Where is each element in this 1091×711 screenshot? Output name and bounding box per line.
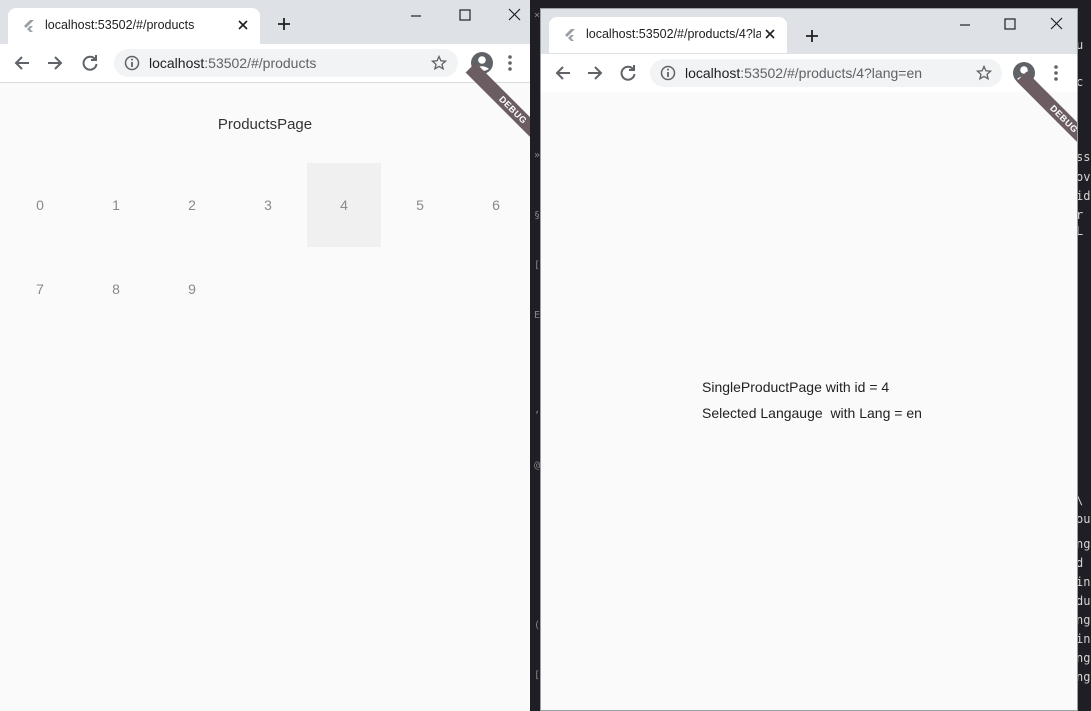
arrow-right-icon[interactable] bbox=[45, 53, 65, 73]
background-terminal: u c ss ov id r L \ ou ng d in du ng in n… bbox=[1078, 0, 1091, 711]
page-content: DEBUG ProductsPage 0 1 2 3 4 5 6 7 8 9 bbox=[0, 62, 530, 711]
address-bar[interactable]: localhost:53502/#/products bbox=[114, 49, 458, 77]
close-icon[interactable] bbox=[763, 27, 777, 41]
minimize-icon[interactable] bbox=[954, 15, 976, 35]
plus-icon[interactable] bbox=[804, 28, 820, 44]
address-bar[interactable]: localhost:53502/#/products/4?lang=en bbox=[650, 59, 1002, 87]
page-content: DEBUG SingleProductPage with id = 4 Sele… bbox=[541, 71, 1077, 710]
close-window-icon[interactable] bbox=[1045, 15, 1067, 35]
url-text: localhost:53502/#/products/4?lang=en bbox=[685, 65, 923, 81]
product-tile[interactable]: 7 bbox=[3, 247, 77, 331]
tab-title: localhost:53502/#/products bbox=[45, 18, 195, 32]
product-details: SingleProductPage with id = 4 Selected L… bbox=[702, 379, 922, 431]
info-icon[interactable] bbox=[660, 65, 676, 81]
kebab-menu-icon[interactable] bbox=[1052, 63, 1060, 83]
product-tile-hovered[interactable]: 4 bbox=[307, 163, 381, 247]
product-tile[interactable]: 2 bbox=[155, 163, 229, 247]
flutter-icon bbox=[24, 20, 34, 32]
tab-strip: localhost:53502/#/products/4?lang=en bbox=[541, 9, 1077, 54]
product-tile[interactable]: 3 bbox=[231, 163, 305, 247]
browser-window-single-product: localhost:53502/#/products/4?lang=en bbox=[540, 8, 1078, 711]
maximize-icon[interactable] bbox=[454, 6, 476, 26]
product-tile[interactable]: 1 bbox=[79, 163, 153, 247]
browser-toolbar: localhost:53502/#/products bbox=[0, 44, 530, 83]
maximize-icon[interactable] bbox=[999, 15, 1021, 35]
page-title: ProductsPage bbox=[217, 116, 313, 133]
product-id-text: SingleProductPage with id = 4 bbox=[702, 379, 890, 395]
close-window-icon[interactable] bbox=[503, 6, 525, 26]
info-icon[interactable] bbox=[124, 55, 140, 71]
flutter-icon bbox=[565, 29, 575, 41]
close-icon[interactable] bbox=[236, 18, 250, 32]
product-tile[interactable]: 5 bbox=[383, 163, 457, 247]
product-tile[interactable]: 6 bbox=[459, 163, 530, 247]
plus-icon[interactable] bbox=[276, 16, 292, 32]
arrow-left-icon[interactable] bbox=[553, 63, 573, 83]
product-tile[interactable]: 8 bbox=[79, 247, 153, 331]
minimize-icon[interactable] bbox=[405, 6, 427, 26]
tab-single-product[interactable]: localhost:53502/#/products/4?lang=en bbox=[549, 17, 787, 53]
arrow-right-icon[interactable] bbox=[585, 63, 605, 83]
product-tile[interactable]: 0 bbox=[3, 163, 77, 247]
tab-title: localhost:53502/#/products/4?lang=en bbox=[586, 27, 761, 41]
browser-toolbar: localhost:53502/#/products/4?lang=en bbox=[541, 54, 1077, 93]
arrow-left-icon[interactable] bbox=[12, 53, 32, 73]
url-text: localhost:53502/#/products bbox=[149, 55, 317, 71]
reload-icon[interactable] bbox=[618, 63, 638, 83]
star-icon[interactable] bbox=[431, 55, 447, 71]
background-terminal-gap: × » § [ E ʻ @ ( [ bbox=[530, 0, 540, 711]
product-tile[interactable]: 9 bbox=[155, 247, 229, 331]
browser-window-products: localhost:53502/#/products localhost:535… bbox=[0, 0, 530, 711]
reload-icon[interactable] bbox=[80, 53, 100, 73]
selected-language-text: Selected Langauge with Lang = en bbox=[702, 405, 922, 421]
kebab-menu-icon[interactable] bbox=[506, 53, 514, 73]
tab-products[interactable]: localhost:53502/#/products bbox=[8, 8, 260, 44]
tab-strip: localhost:53502/#/products bbox=[0, 0, 530, 44]
star-icon[interactable] bbox=[976, 65, 992, 81]
